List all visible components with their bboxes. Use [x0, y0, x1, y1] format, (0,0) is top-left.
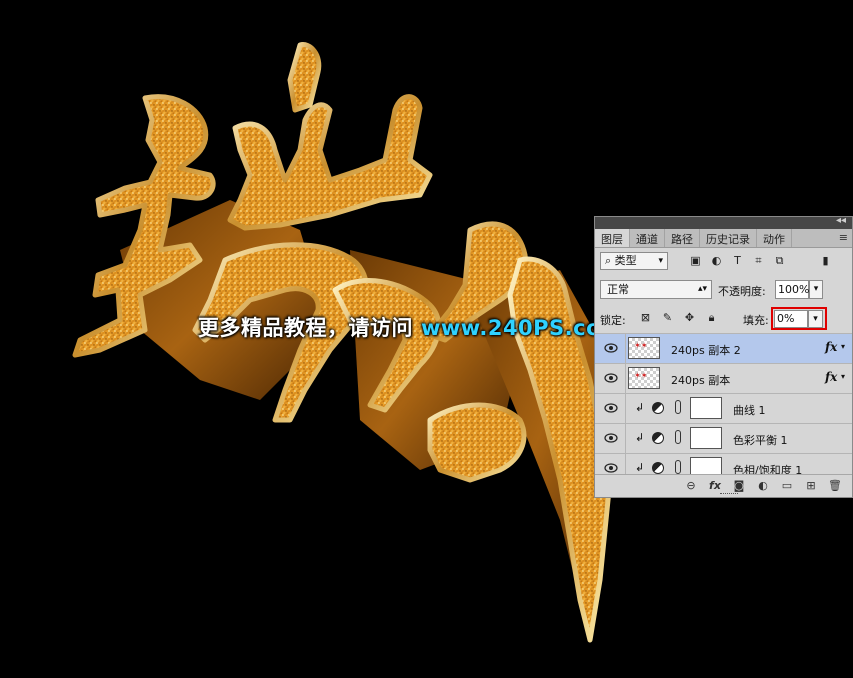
- eye-icon[interactable]: [604, 372, 618, 384]
- tab-actions[interactable]: 动作: [757, 229, 792, 247]
- layer-name: 240ps 副本 2: [671, 344, 741, 357]
- adjustment-layer-icon: [652, 402, 664, 414]
- blend-mode-label: 正常: [607, 283, 629, 296]
- fill-input[interactable]: 0%: [774, 310, 808, 328]
- blend-row: 正常 ▴▾ 不透明度: 100% ▾: [595, 276, 852, 304]
- panel-menu-icon[interactable]: ≡: [839, 231, 848, 244]
- tab-history[interactable]: 历史记录: [700, 229, 757, 247]
- link-icon[interactable]: [675, 400, 681, 414]
- watermark: 更多精品教程，请访问 www.240PS.com: [198, 312, 623, 342]
- tab-layers[interactable]: 图层: [595, 229, 630, 247]
- eye-icon[interactable]: [604, 462, 618, 474]
- lock-label: 锁定:: [600, 314, 626, 327]
- layer-row[interactable]: ↲ 曲线 1: [595, 393, 852, 423]
- footer-icons: ⊖ fx ◙ ◐ ▭ ⊞ 🗑︎: [684, 479, 842, 492]
- fx-icon[interactable]: fx: [708, 479, 722, 492]
- filter-kind-select[interactable]: ⌕ 类型 ▾: [600, 252, 668, 270]
- opacity-input[interactable]: 100%: [775, 280, 809, 299]
- panel-titlebar[interactable]: ◂◂: [595, 215, 852, 229]
- link-icon[interactable]: [675, 430, 681, 444]
- type-filter-icon[interactable]: T: [731, 254, 744, 267]
- fill-label: 填充:: [743, 314, 769, 327]
- chevron-down-icon[interactable]: ▾: [841, 372, 845, 381]
- clipping-arrow-icon: ↲: [635, 431, 645, 444]
- layer-name: 色彩平衡 1: [733, 434, 788, 447]
- blend-mode-select[interactable]: 正常 ▴▾: [600, 280, 712, 299]
- panel-tabs: 图层 通道 路径 历史记录 动作 ≡: [595, 229, 852, 248]
- row-divider: [625, 334, 626, 363]
- smart-object-filter-icon[interactable]: ⧉: [773, 254, 786, 267]
- filter-row: ⌕ 类型 ▾ ▣ ◐ T ⌗ ⧉ ▮: [595, 248, 852, 276]
- opacity-dropdown-icon[interactable]: ▾: [809, 280, 823, 299]
- layers-list: ✶✶ 240ps 副本 2 fx ▾ ✶✶ 240ps 副本 fx ▾ ↲ 曲线…: [595, 333, 852, 483]
- layer-row[interactable]: ✶✶ 240ps 副本 fx ▾: [595, 363, 852, 393]
- fx-badge[interactable]: fx: [825, 340, 837, 354]
- search-icon: ⌕: [605, 254, 612, 267]
- opacity-label: 不透明度:: [718, 285, 766, 298]
- lock-all-icon[interactable]: 🔒︎: [705, 311, 718, 324]
- lock-icons: ⊠ ✎ ✥ 🔒︎: [639, 311, 718, 324]
- layer-mask-thumbnail[interactable]: [690, 427, 722, 449]
- adjustment-filter-icon[interactable]: ◐: [710, 254, 723, 267]
- resize-grip[interactable]: [720, 493, 738, 496]
- thumbnail-glyph-icon: ✶✶: [634, 341, 648, 350]
- filter-kind-label: 类型: [614, 254, 637, 267]
- lock-transparency-icon[interactable]: ⊠: [639, 311, 652, 324]
- lock-row: 锁定: ⊠ ✎ ✥ 🔒︎ 填充: 0% ▾: [595, 304, 852, 332]
- chevron-down-icon: ▴▾: [697, 284, 707, 294]
- fill-dropdown-icon[interactable]: ▾: [808, 310, 823, 328]
- adjustment-icon[interactable]: ◐: [756, 479, 770, 492]
- eye-icon[interactable]: [604, 432, 618, 444]
- filter-icons: ▣ ◐ T ⌗ ⧉: [689, 254, 786, 267]
- layer-thumbnail: ✶✶: [628, 367, 660, 389]
- new-layer-icon[interactable]: ⊞: [804, 479, 818, 492]
- lock-paint-icon[interactable]: ✎: [661, 311, 674, 324]
- layer-thumbnail: ✶✶: [628, 337, 660, 359]
- link-icon[interactable]: ⊖: [684, 479, 698, 492]
- layer-name: 240ps 副本: [671, 374, 731, 387]
- lock-position-icon[interactable]: ✥: [683, 311, 696, 324]
- tab-paths[interactable]: 路径: [665, 229, 700, 247]
- clipping-arrow-icon: ↲: [635, 401, 645, 414]
- filter-toggle-icon[interactable]: ▮: [819, 254, 832, 267]
- adjustment-layer-icon: [652, 432, 664, 444]
- row-divider: [625, 394, 626, 423]
- adjustment-layer-icon: [652, 462, 664, 474]
- thumbnail-glyph-icon: ✶✶: [634, 371, 648, 380]
- pixel-filter-icon[interactable]: ▣: [689, 254, 702, 267]
- chevron-down-icon: ▾: [658, 256, 663, 266]
- folder-icon[interactable]: ▭: [780, 479, 794, 492]
- chevron-down-icon[interactable]: ▾: [841, 342, 845, 351]
- watermark-text: 更多精品教程，请访问: [198, 316, 413, 340]
- tab-channels[interactable]: 通道: [630, 229, 665, 247]
- layer-mask-thumbnail[interactable]: [690, 397, 722, 419]
- layers-panel: ◂◂ 图层 通道 路径 历史记录 动作 ≡ ⌕ 类型 ▾ ▣ ◐ T ⌗ ⧉ ▮…: [594, 215, 853, 498]
- row-divider: [625, 424, 626, 453]
- layer-row[interactable]: ✶✶ 240ps 副本 2 fx ▾: [595, 333, 852, 363]
- clipping-arrow-icon: ↲: [635, 461, 645, 474]
- trash-icon[interactable]: 🗑︎: [828, 479, 842, 492]
- link-icon[interactable]: [675, 460, 681, 474]
- mask-icon[interactable]: ◙: [732, 479, 746, 492]
- panel-footer: ⊖ fx ◙ ◐ ▭ ⊞ 🗑︎: [595, 474, 852, 497]
- eye-icon[interactable]: [604, 342, 618, 354]
- collapse-icon[interactable]: ◂◂: [836, 215, 846, 226]
- layer-row[interactable]: ↲ 色彩平衡 1: [595, 423, 852, 453]
- eye-icon[interactable]: [604, 402, 618, 414]
- shape-filter-icon[interactable]: ⌗: [752, 254, 765, 267]
- fx-badge[interactable]: fx: [825, 370, 837, 384]
- layer-name: 曲线 1: [733, 404, 766, 417]
- row-divider: [625, 364, 626, 393]
